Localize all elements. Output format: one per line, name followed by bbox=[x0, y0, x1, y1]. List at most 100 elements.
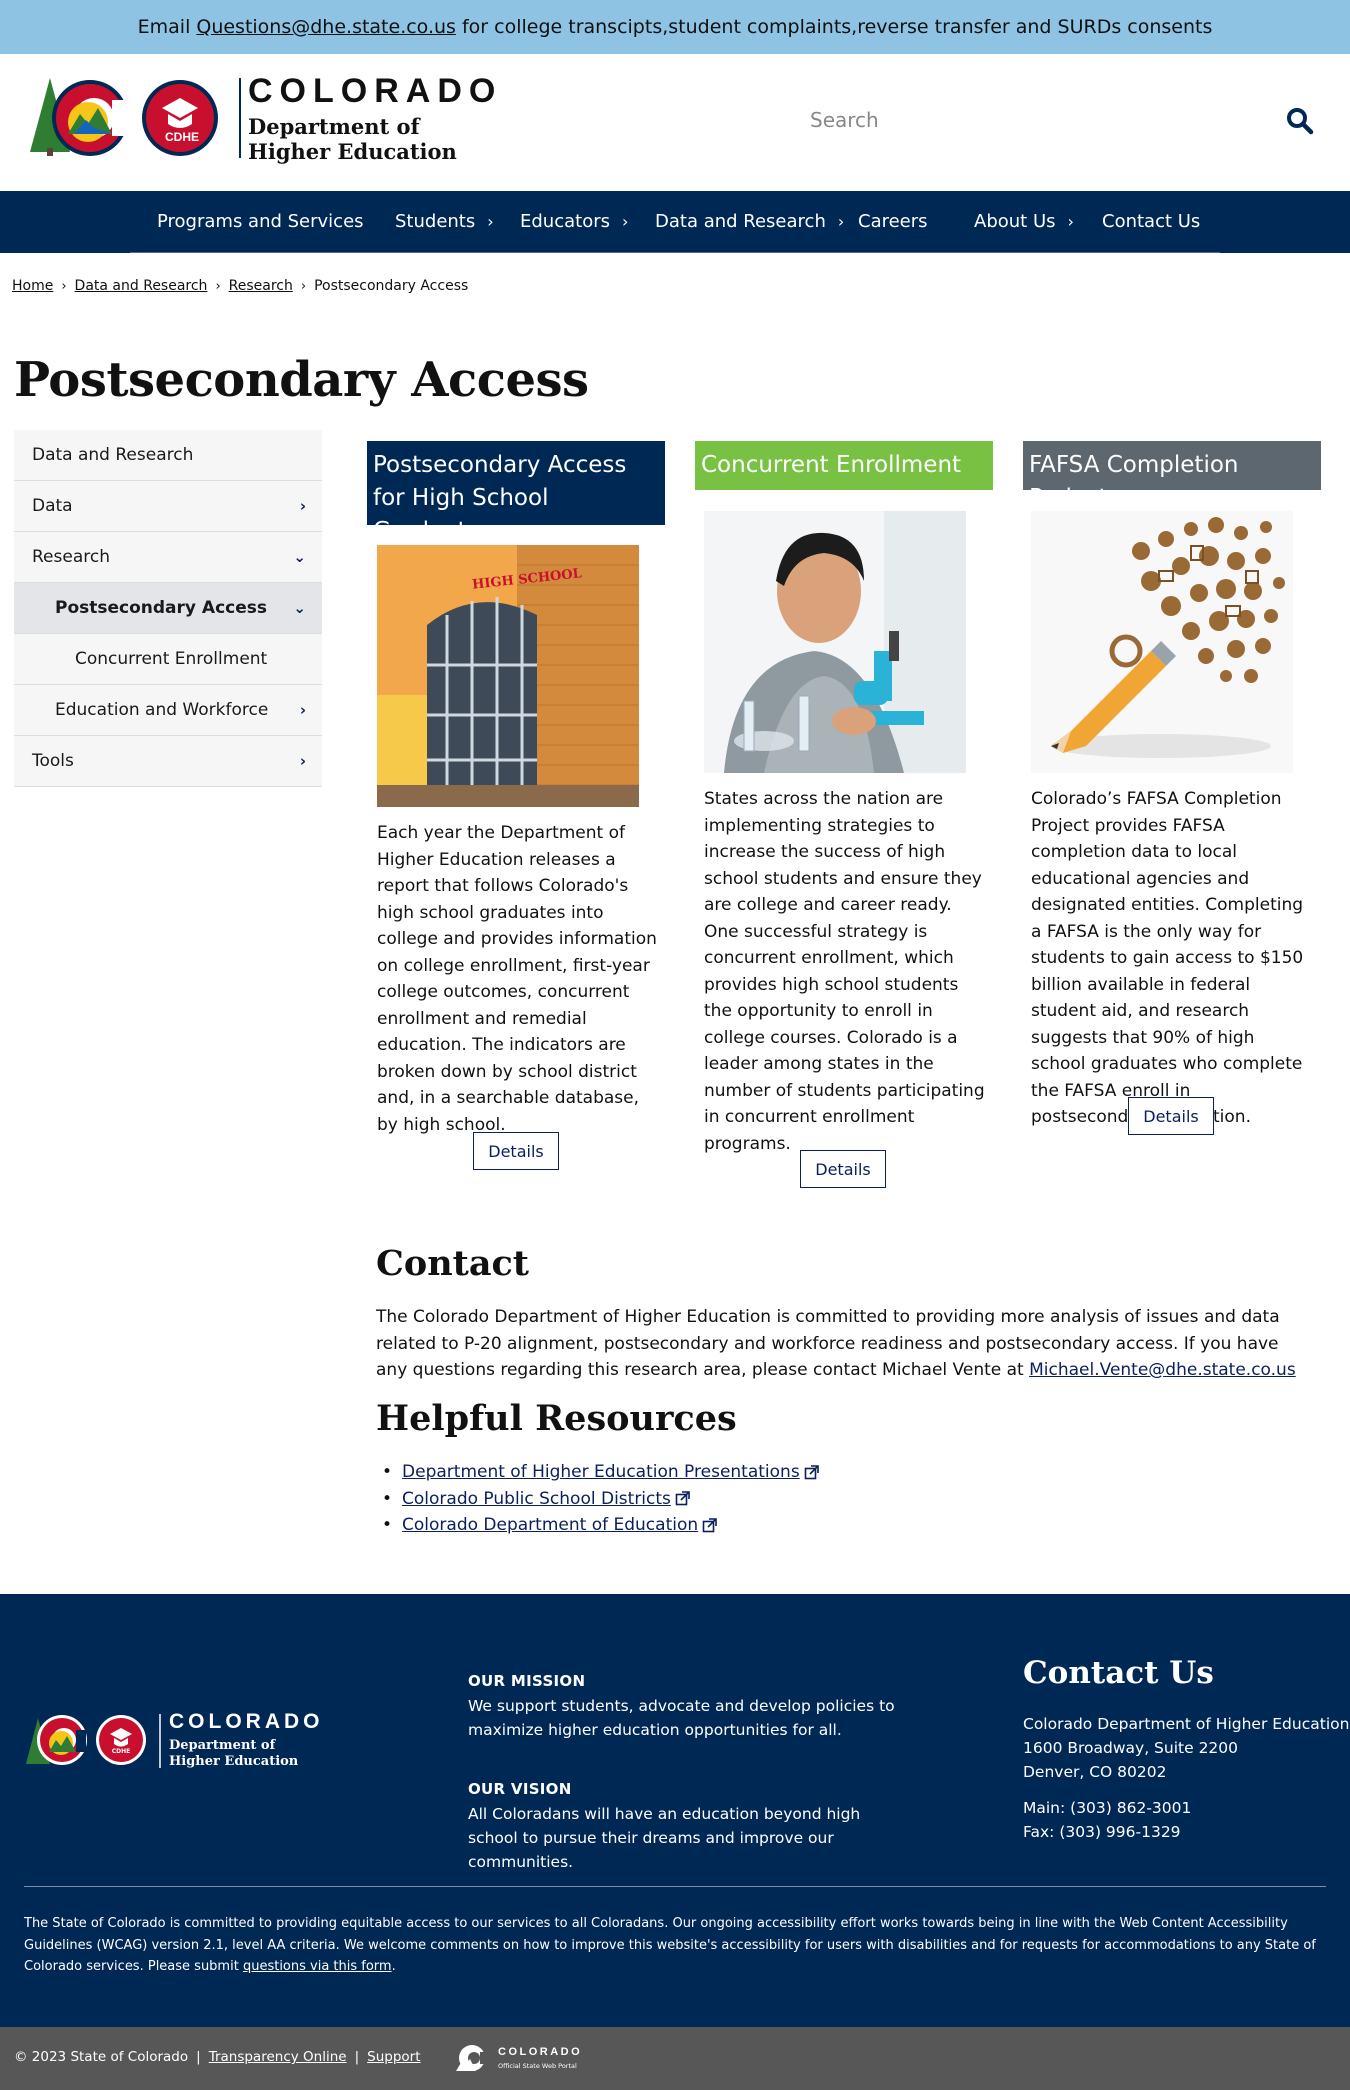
nav-item-about-us[interactable]: About Us › bbox=[974, 191, 1074, 253]
details-button[interactable]: Details bbox=[473, 1132, 559, 1170]
card-title[interactable]: FAFSA Completion Project bbox=[1023, 441, 1321, 511]
sidenav-label: Research bbox=[32, 547, 110, 567]
portal-subtitle: Official State Web Portal bbox=[498, 2062, 577, 2070]
colorado-c-icon bbox=[456, 2045, 488, 2071]
footer-cdhe-badge-text: CDHE bbox=[111, 1748, 131, 1755]
card-text: States across the nation are implementin… bbox=[704, 789, 985, 1154]
footer-phone-main[interactable]: Main: (303) 862-3001 bbox=[1023, 1796, 1191, 1820]
nav-item-label: Educators bbox=[520, 211, 610, 232]
pencil-education-icons-image bbox=[1031, 511, 1293, 773]
cdhe-badge-text: CDHE bbox=[164, 130, 199, 144]
sidenav-data-and-research[interactable]: Data and Research bbox=[14, 430, 322, 481]
page-title: Postsecondary Access bbox=[14, 352, 589, 408]
sidenav-research[interactable]: Research ⌄ bbox=[14, 532, 322, 583]
breadcrumb-research[interactable]: Research bbox=[229, 278, 293, 294]
breadcrumb-data-and-research[interactable]: Data and Research bbox=[75, 278, 208, 294]
footer-logo-line2: Higher Education bbox=[169, 1754, 299, 1769]
transparency-online-link[interactable]: Transparency Online bbox=[209, 2049, 347, 2065]
sidenav-data[interactable]: Data › bbox=[14, 481, 322, 532]
vision-text: All Coloradans will have an education be… bbox=[468, 1805, 861, 1871]
footer-logo-line1: Department of bbox=[169, 1738, 276, 1753]
external-link-icon bbox=[702, 1517, 717, 1533]
sidenav-tools[interactable]: Tools › bbox=[14, 736, 322, 787]
footer-logo-wordmark: COLORADO bbox=[169, 1710, 324, 1733]
breadcrumb-separator: › bbox=[215, 278, 221, 294]
logo-wordmark: COLORADO bbox=[248, 72, 503, 110]
card-postsecondary-access: Postsecondary Access for High School Gra… bbox=[367, 441, 665, 544]
nav-item-contact-us[interactable]: Contact Us bbox=[1102, 191, 1200, 253]
nav-item-label: Data and Research bbox=[655, 211, 826, 232]
footer-address2: Denver, CO 80202 bbox=[1023, 1763, 1167, 1781]
search-input[interactable] bbox=[790, 98, 1250, 142]
copyright: © 2023 State of Colorado bbox=[14, 2049, 189, 2065]
chevron-down-icon: ⌄ bbox=[293, 599, 306, 617]
high-school-building-image: HIGH SCHOOL bbox=[377, 545, 639, 807]
card-concurrent-enrollment: Concurrent Enrollment bbox=[695, 441, 993, 490]
external-link-icon bbox=[675, 1491, 690, 1506]
footer-logo[interactable]: COLORADO Department of Higher Education … bbox=[24, 1710, 334, 1772]
bottom-links: © 2023 State of Colorado | Transparency … bbox=[14, 2049, 421, 2065]
external-link-icon bbox=[804, 1464, 819, 1480]
chevron-right-icon: › bbox=[1067, 212, 1074, 231]
card-title[interactable]: Postsecondary Access for High School Gra… bbox=[367, 441, 665, 544]
accessibility-statement: The State of Colorado is committed to pr… bbox=[24, 1913, 1324, 1978]
card-title[interactable]: Concurrent Enrollment bbox=[695, 441, 993, 490]
support-link[interactable]: Support bbox=[367, 2049, 420, 2065]
contact-email-link[interactable]: Michael.Vente@dhe.state.co.us bbox=[1029, 1360, 1296, 1380]
resource-link[interactable]: Department of Higher Education Presentat… bbox=[402, 1459, 800, 1486]
alert-banner: Email Questions@dhe.state.co.us for coll… bbox=[0, 0, 1350, 54]
nav-item-label: Programs and Services bbox=[157, 211, 364, 232]
search-icon bbox=[1287, 108, 1314, 135]
breadcrumb-current: Postsecondary Access bbox=[314, 278, 469, 294]
bottom-separator: | bbox=[354, 2049, 360, 2065]
accessibility-end: . bbox=[391, 1959, 396, 1974]
alert-suffix: for college transcipts,student complaint… bbox=[461, 16, 1213, 38]
resources-list: Department of Higher Education Presentat… bbox=[400, 1459, 819, 1539]
sidenav-label: Data bbox=[32, 496, 73, 516]
nav-item-label: Students bbox=[395, 211, 476, 232]
nav-item-data-and-research[interactable]: Data and Research › bbox=[655, 191, 844, 253]
chevron-right-icon: › bbox=[621, 212, 629, 231]
chevron-down-icon: ⌄ bbox=[293, 548, 306, 566]
sidenav-education-and-workforce[interactable]: Education and Workforce › bbox=[14, 685, 322, 736]
nav-item-careers[interactable]: Careers bbox=[858, 191, 928, 253]
contact-text: The Colorado Department of Higher Educat… bbox=[376, 1304, 1306, 1384]
sidenav-postsecondary-access[interactable]: Postsecondary Access ⌄ bbox=[14, 583, 322, 634]
resource-link[interactable]: Colorado Department of Education bbox=[402, 1512, 698, 1539]
details-button[interactable]: Details bbox=[800, 1150, 886, 1188]
list-item: Colorado Public School Districts bbox=[400, 1486, 819, 1513]
nav-item-programs-and-services[interactable]: Programs and Services bbox=[157, 191, 364, 253]
card-text: Colorado’s FAFSA Completion Project prov… bbox=[1031, 789, 1304, 1127]
details-button[interactable]: Details bbox=[1128, 1097, 1214, 1135]
sidenav-concurrent-enrollment[interactable]: Concurrent Enrollment bbox=[14, 634, 322, 685]
nav-item-students[interactable]: Students › bbox=[395, 191, 494, 253]
accessibility-text: The State of Colorado is committed to pr… bbox=[24, 1916, 1316, 1974]
sidenav-label: Tools bbox=[32, 751, 74, 771]
main-nav: Programs and Services Students › Educators ›… bbox=[0, 191, 1350, 253]
bottom-separator: | bbox=[196, 2049, 201, 2065]
footer-contact-heading: Contact Us bbox=[1023, 1655, 1214, 1691]
footer-divider bbox=[24, 1886, 1326, 1887]
accessibility-form-link[interactable]: questions via this form bbox=[243, 1959, 392, 1974]
portal-wordmark: COLORADO bbox=[498, 2046, 583, 2058]
nav-item-educators[interactable]: Educators › bbox=[520, 191, 628, 253]
logo-line1: Department of bbox=[248, 114, 420, 139]
footer-org: Colorado Department of Higher Education bbox=[1023, 1715, 1350, 1733]
state-portal-logo[interactable]: COLORADO Official State Web Portal bbox=[454, 2043, 594, 2075]
card-fafsa-completion: FAFSA Completion Project bbox=[1023, 441, 1321, 511]
side-nav: Data and Research Data › Research ⌄ Post… bbox=[14, 430, 322, 787]
resource-link[interactable]: Colorado Public School Districts bbox=[402, 1486, 671, 1513]
breadcrumb-home[interactable]: Home bbox=[12, 278, 53, 294]
resources-heading: Helpful Resources bbox=[376, 1398, 737, 1439]
sidenav-label: Data and Research bbox=[32, 445, 194, 465]
mission-label: OUR MISSION bbox=[468, 1672, 586, 1690]
sidenav-label: Concurrent Enrollment bbox=[75, 649, 268, 669]
chevron-right-icon: › bbox=[299, 701, 306, 719]
breadcrumb-separator: › bbox=[61, 278, 67, 294]
cdhe-logo[interactable]: CDHE COLORADO Department of Higher Educa… bbox=[28, 70, 495, 170]
search-button[interactable] bbox=[1280, 101, 1320, 141]
sidenav-label: Education and Workforce bbox=[55, 700, 269, 720]
footer-phone-fax: Fax: (303) 996-1329 bbox=[1023, 1823, 1181, 1841]
alert-email-link[interactable]: Questions@dhe.state.co.us bbox=[196, 16, 456, 38]
vision-label: OUR VISION bbox=[468, 1780, 572, 1798]
